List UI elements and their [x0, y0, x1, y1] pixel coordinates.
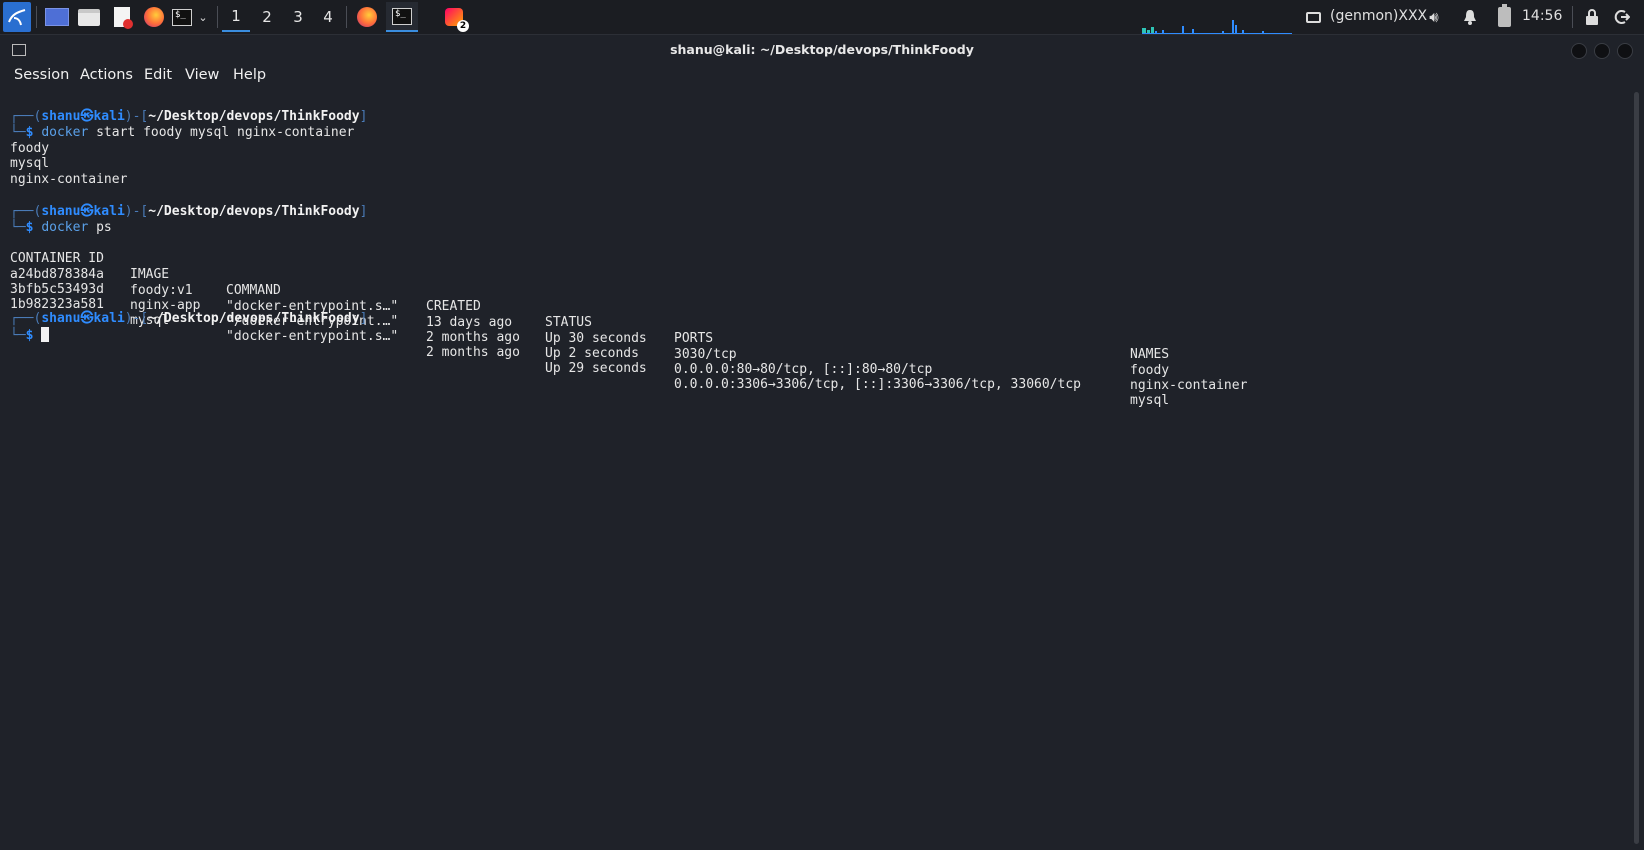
header-status: STATUS: [545, 315, 592, 330]
terminal-icon[interactable]: $_: [171, 4, 193, 30]
command-line[interactable]: └─$: [10, 327, 50, 343]
screenshot-icon: 2: [445, 8, 469, 32]
menu-view[interactable]: View: [185, 67, 219, 83]
table-row: 3bfb5c53493d nginx-app "/docker-entrypoi…: [10, 282, 1248, 393]
network-graph: [1142, 20, 1292, 34]
genmon-text[interactable]: (genmon)XXX: [1330, 8, 1427, 24]
notification-badge: 2: [457, 20, 469, 32]
workspace-1[interactable]: 1: [222, 2, 250, 32]
taskbar: $_ ⌄ 1 2 3 4 $_ 2 (genmon)XXX 🔊︎ 14:56: [0, 0, 1644, 35]
screenshot-window-button[interactable]: 2: [441, 4, 469, 32]
minimize-button[interactable]: [1571, 43, 1587, 59]
window-title: shanu@kali: ~/Desktop/devops/ThinkFoody: [670, 42, 974, 57]
scrollbar[interactable]: [1634, 92, 1639, 844]
menu-help[interactable]: Help: [233, 67, 266, 83]
command-line: └─$ docker start foody mysql nginx-conta…: [10, 125, 355, 140]
lock-icon[interactable]: [1582, 4, 1602, 30]
clock[interactable]: 14:56: [1522, 8, 1562, 24]
battery-icon[interactable]: [1494, 4, 1514, 30]
table-row: 1b982323a581 mysql "docker-entrypoint.s……: [10, 297, 1170, 408]
maximize-button[interactable]: [1594, 43, 1610, 59]
bell-icon[interactable]: [1460, 4, 1480, 30]
header-ports: PORTS: [674, 331, 714, 346]
show-desktop-icon[interactable]: [44, 4, 70, 30]
workspace-2[interactable]: 2: [253, 2, 281, 32]
menu-session[interactable]: Session: [14, 67, 69, 83]
header-created: CREATED: [426, 299, 481, 314]
command-line: └─$ docker ps: [10, 220, 112, 235]
logout-icon[interactable]: [1612, 4, 1632, 30]
table-header: CONTAINER ID IMAGE COMMAND CREATED STATU…: [10, 235, 1270, 362]
terminal-output[interactable]: ┌──(shanu㉿kali)-[~/Desktop/devops/ThinkF…: [10, 105, 1247, 441]
terminal-icon: $_: [392, 7, 412, 25]
chevron-down-icon[interactable]: ⌄: [195, 4, 211, 30]
display-icon[interactable]: [1303, 4, 1323, 30]
firefox-window-button[interactable]: [354, 4, 380, 30]
menu-actions[interactable]: Actions: [80, 67, 133, 83]
firefox-icon: [357, 7, 377, 27]
text-cursor: [41, 327, 50, 342]
menu-edit[interactable]: Edit: [144, 67, 172, 83]
table-row: a24bd878384a foody:v1 "docker-entrypoint…: [10, 267, 1170, 378]
output-line: mysql: [10, 156, 50, 171]
workspace-3[interactable]: 3: [284, 2, 312, 32]
prompt-line: ┌──(shanu㉿kali)-[~/Desktop/devops/ThinkF…: [10, 109, 368, 124]
output-line: nginx-container: [10, 172, 128, 187]
kali-menu-icon[interactable]: [3, 2, 31, 32]
prompt-line: ┌──(shanu㉿kali)-[~/Desktop/devops/ThinkF…: [10, 311, 368, 326]
header-names: NAMES: [1130, 347, 1170, 362]
text-editor-icon[interactable]: [109, 4, 135, 30]
file-manager-icon[interactable]: [76, 4, 102, 30]
workspace-4[interactable]: 4: [314, 2, 342, 32]
close-button[interactable]: [1617, 43, 1633, 59]
firefox-icon[interactable]: [141, 4, 167, 30]
terminal-window-button[interactable]: $_: [386, 2, 418, 32]
output-line: foody: [10, 141, 50, 156]
volume-icon[interactable]: 🔊︎: [1424, 4, 1444, 30]
prompt-line: ┌──(shanu㉿kali)-[~/Desktop/devops/ThinkF…: [10, 204, 368, 219]
